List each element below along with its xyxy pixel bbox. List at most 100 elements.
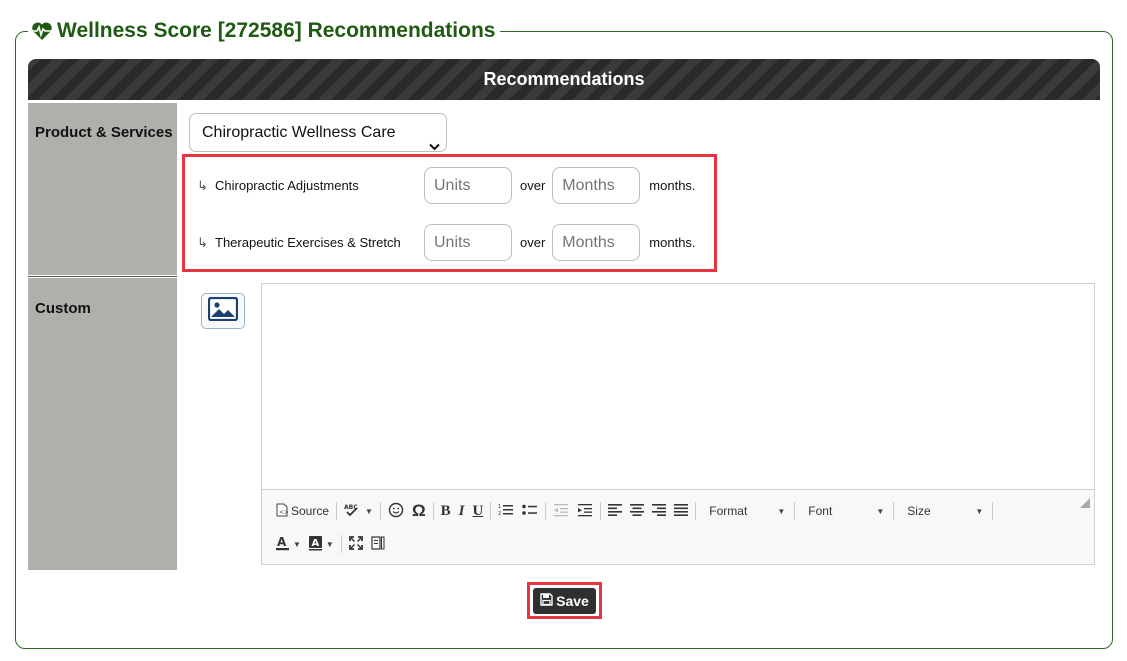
font-dropdown[interactable]: Font ▼ [798,499,890,523]
units-input[interactable] [424,224,512,261]
svg-text:1: 1 [498,504,501,510]
editor-resize-handle[interactable] [1080,498,1090,508]
product-select[interactable]: Chiropractic Wellness Care [189,113,447,152]
size-label: Size [907,504,931,518]
caret-down-icon: ▼ [777,506,786,516]
smiley-button[interactable] [384,499,408,523]
align-left-icon [608,503,623,519]
caret-down-icon: ▼ [876,506,885,516]
over-label: over [520,235,546,250]
units-input[interactable] [424,167,512,204]
product-services-label: Product & Services [28,103,177,275]
omega-icon: Ω [411,501,426,520]
toolbar-separator [893,502,895,520]
caret-down-icon: ▼ [293,539,301,549]
italic-icon: I [458,502,465,519]
caret-down-icon: ▼ [975,506,984,516]
text-color-button[interactable]: A ▼ [272,532,305,556]
align-left-button[interactable] [604,499,626,523]
align-right-icon [652,503,667,519]
justify-icon [674,503,689,519]
align-center-button[interactable] [626,499,648,523]
floppy-icon [540,592,553,609]
underline-icon: U [472,502,484,519]
service-name: Chiropractic Adjustments [215,178,359,193]
caret-down-icon: ▼ [325,539,334,549]
section-header: Recommendations [28,59,1100,100]
outdent-button[interactable] [549,499,573,523]
maximize-icon [348,535,363,553]
bg-color-icon: A [308,535,323,554]
numbered-list-icon: 12 [498,503,514,520]
editor-content-area[interactable] [262,284,1094,489]
svg-text:A: A [311,538,319,549]
toolbar-separator [992,502,994,520]
save-button[interactable]: Save [533,587,596,614]
toolbar-separator [600,502,602,520]
toolbar-separator [336,502,338,520]
spellcheck-button[interactable]: ABC ▼ [340,499,377,523]
source-label: Source [291,504,330,518]
custom-label: Custom [28,278,177,570]
align-right-button[interactable] [648,499,670,523]
justify-button[interactable] [670,499,692,523]
font-label: Font [808,504,833,518]
sub-arrow-icon: ↳ [197,234,208,250]
heartbeat-icon [31,21,53,41]
underline-button[interactable]: U [468,499,487,523]
source-icon: <> [276,503,289,520]
outdent-icon [553,503,569,520]
product-select-value: Chiropractic Wellness Care [202,124,396,141]
show-blocks-button[interactable] [367,532,389,556]
toolbar-separator [490,502,492,520]
bullet-list-icon [522,503,538,520]
months-suffix: months. [649,178,696,193]
toolbar-separator [545,502,547,520]
toolbar-separator [379,502,381,520]
text-color-icon: A [276,535,290,554]
toolbar-separator [794,502,796,520]
special-char-button[interactable]: Ω [408,499,430,523]
editor-toolbar: <> Source ABC ▼ Ω B I U 1 2 Format ▼ Fon… [262,489,1094,564]
indent-icon [577,503,593,520]
over-label: over [520,178,546,193]
align-center-icon [630,503,645,519]
insert-image-button[interactable] [201,293,245,329]
service-name: Therapeutic Exercises & Stretch [215,235,401,250]
panel-title: Wellness Score [272586] Recommendations [28,18,501,44]
months-suffix: months. [649,235,696,250]
smiley-icon [388,502,404,521]
custom-editor: <> Source ABC ▼ Ω B I U 1 2 Format ▼ Fon… [261,283,1095,565]
format-label: Format [709,504,748,518]
service-row: ↳ Therapeutic Exercises & Stretch over m… [197,224,696,261]
source-button[interactable]: <> Source [272,499,333,523]
svg-text:<>: <> [279,509,288,516]
save-highlight: Save [527,582,602,619]
bold-icon: B [440,502,451,519]
panel-title-text: Wellness Score [272586] Recommendations [57,19,496,42]
months-input[interactable] [552,167,641,204]
months-input[interactable] [552,224,641,261]
toolbar-separator [695,502,697,520]
sub-arrow-icon: ↳ [197,177,208,193]
maximize-button[interactable] [345,532,367,556]
row-divider [28,276,177,277]
caret-down-icon: ▼ [365,506,373,516]
save-label: Save [556,592,589,609]
toolbar-separator [432,502,434,520]
toolbar-separator [340,535,342,553]
spellcheck-icon: ABC [344,503,362,520]
bold-button[interactable]: B [437,499,455,523]
svg-text:A: A [277,535,287,549]
bullet-list-button[interactable] [518,499,542,523]
format-dropdown[interactable]: Format ▼ [699,499,791,523]
size-dropdown[interactable]: Size ▼ [897,499,989,523]
svg-text:2: 2 [498,511,501,517]
service-row: ↳ Chiropractic Adjustments over months. [197,167,696,204]
bg-color-button[interactable]: A ▼ [305,532,338,556]
numbered-list-button[interactable]: 12 [494,499,518,523]
italic-button[interactable]: I [455,499,469,523]
indent-button[interactable] [573,499,597,523]
image-icon [207,296,239,326]
show-blocks-icon [371,535,385,553]
